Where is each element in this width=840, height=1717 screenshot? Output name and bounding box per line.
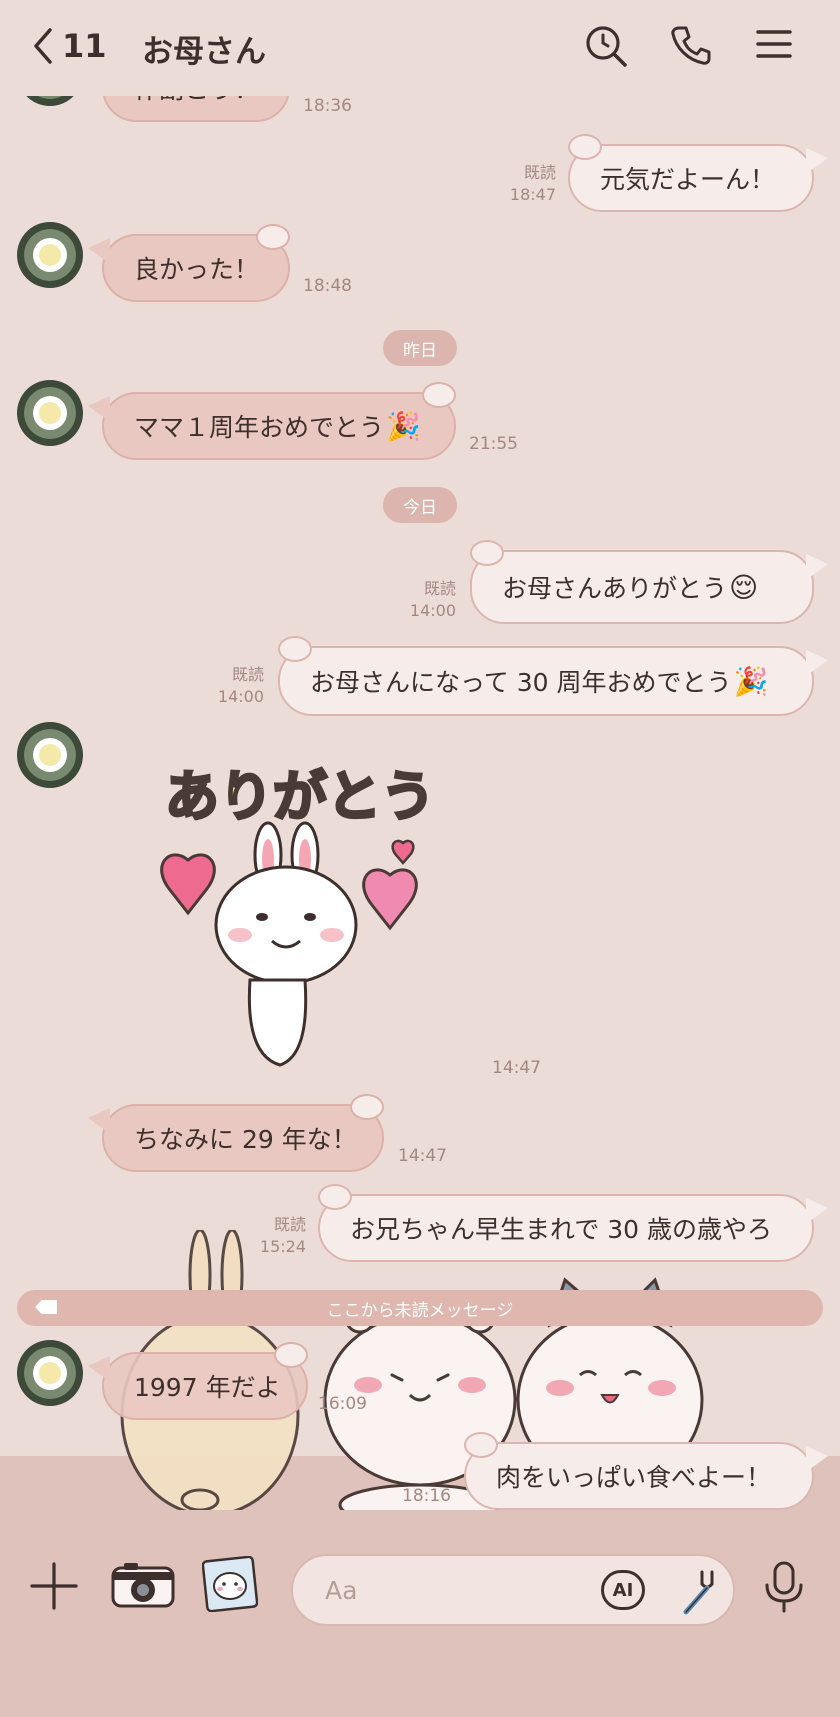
unread-messages-divider: ここから未読メッセージ [17,1290,823,1326]
party-popper-icon: 🎉 [386,409,421,443]
message-bubble-out[interactable]: お母さんになって 30 周年おめでとう 🎉 [278,636,828,716]
message-input-placeholder: Aa [325,1576,358,1605]
avatar[interactable] [17,222,83,288]
avatar[interactable] [17,1340,83,1406]
tuning-fork-icon[interactable] [678,1566,722,1616]
ai-icon[interactable]: AI [601,1570,645,1610]
bubble-ear [470,540,504,566]
read-receipt: 既読 15:24 [259,1215,306,1256]
avatar[interactable] [17,380,83,446]
message-time: 14:47 [492,1058,541,1078]
bubble-ear [256,224,290,250]
party-popper-icon: 🎉 [733,664,769,698]
avatar[interactable] [17,722,83,788]
bubble-ear [350,1094,384,1120]
message-bubble-out[interactable]: 肉をいっぱい食べよー！ [464,1432,828,1510]
date-separator: 昨日 [383,330,457,366]
bubble-ear [318,1184,352,1210]
message-input[interactable]: Aa AI [291,1554,735,1626]
message-bubble-in[interactable]: ママ１周年おめでとう 🎉 [88,382,456,460]
thank-you-rabbit-sticker[interactable]: ありがとう [140,755,460,1075]
message-time: 18:48 [303,276,352,296]
chat-title: お母さん [142,34,266,70]
message-bubble-out[interactable]: お母さんありがとう 😌 [470,540,828,624]
message-bubble-out[interactable]: お兄ちゃん早生まれで 30 歳の歳やろ [318,1184,828,1262]
message-bubble-out[interactable]: 元気だよーん！ [568,134,828,212]
plus-icon[interactable] [30,1562,78,1610]
bubble-ear [422,382,456,408]
read-receipt: 既読 14:00 [409,579,456,620]
sticker-icon[interactable] [202,1556,258,1612]
bubble-ear [568,134,602,160]
message-bubble-in[interactable]: 良かった！ [88,224,290,302]
phone-icon[interactable] [670,24,712,66]
relieved-face-icon: 😌 [729,570,759,604]
bubble-ear [464,1432,498,1458]
sticker-text: ありがとう [165,765,435,828]
chat-header: 11 お母さん [0,0,840,96]
microphone-icon[interactable] [762,1560,806,1614]
read-receipt: 既読 14:00 [217,665,264,706]
chevron-left-icon [34,28,52,64]
message-composer: Aa AI [0,1540,840,1640]
message-bubble-in[interactable]: 1997 年だよ [88,1342,308,1420]
message-bubble-in[interactable]: ちなみに 29 年な！ [88,1094,384,1172]
tag-icon [35,1300,57,1314]
message-time: 18:36 [303,96,352,116]
bubble-ear [274,1342,308,1368]
hamburger-menu-icon[interactable] [754,24,794,64]
message-time: 21:55 [469,434,518,454]
search-icon[interactable] [584,24,628,68]
read-receipt: 既読 18:47 [509,163,556,204]
camera-icon[interactable] [110,1560,176,1610]
message-time: 14:47 [398,1146,447,1166]
message-time: 18:16 [402,1486,451,1506]
date-separator: 今日 [383,487,457,523]
message-time: 16:09 [318,1394,367,1414]
bubble-ear [278,636,312,662]
back-button[interactable]: 11 [30,26,107,66]
unread-count: 11 [62,27,107,65]
